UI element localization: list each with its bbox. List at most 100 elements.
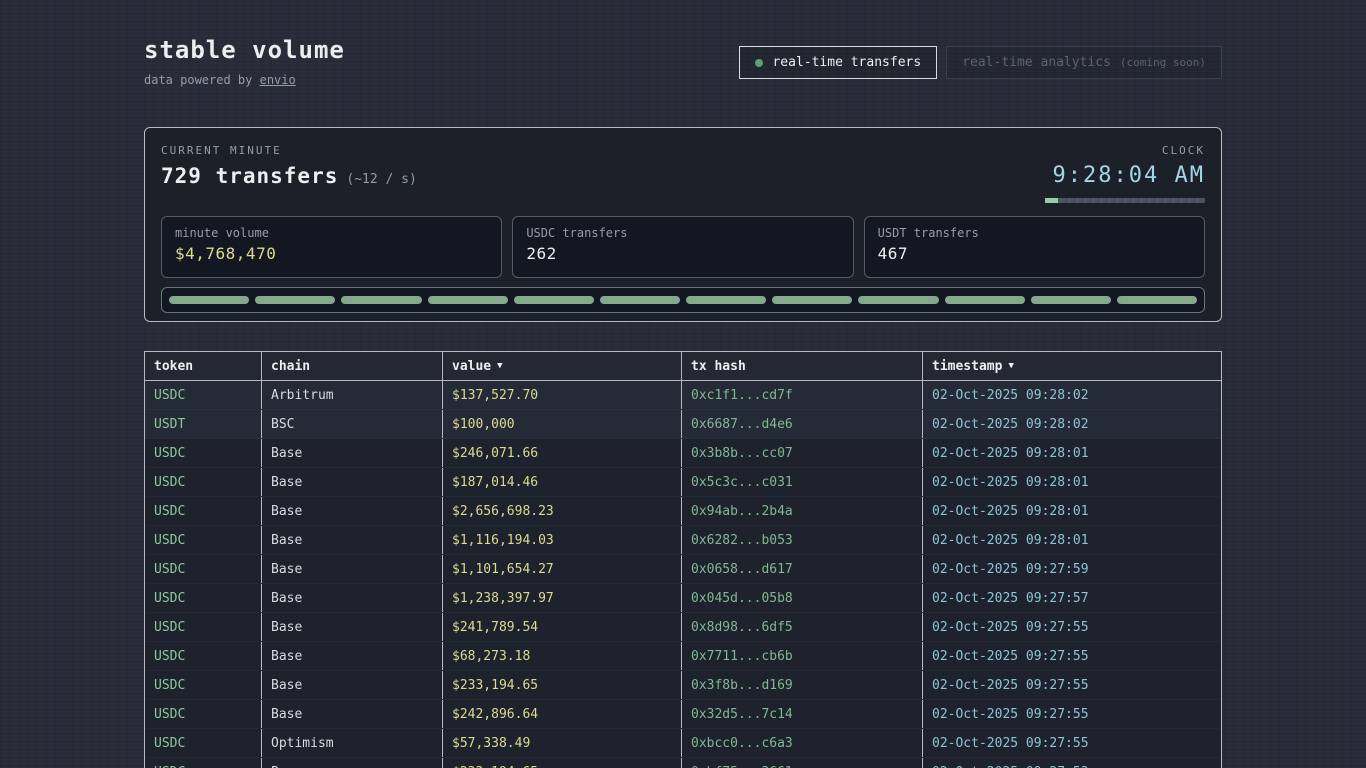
chain-cell: Base — [262, 758, 443, 768]
timestamp-cell: 02-Oct-2025 09:27:55 — [923, 671, 1221, 699]
activity-segment — [341, 296, 421, 304]
timestamp-cell: 02-Oct-2025 09:27:55 — [923, 729, 1221, 757]
activity-segment — [428, 296, 508, 304]
column-header-chain: chain — [262, 352, 443, 381]
column-header-label: timestamp — [932, 359, 1002, 374]
stat-box-usdc-transfers: USDC transfers 262 — [512, 216, 853, 278]
stat-boxes: minute volume $4,768,470 USDC transfers … — [161, 216, 1205, 278]
table-row: USDCBase$187,014.460x5c3c...c03102-Oct-2… — [145, 468, 1221, 497]
tab-real-time-transfers[interactable]: real-time transfers — [739, 46, 937, 79]
column-header-label: tx hash — [691, 359, 746, 374]
page: stable volume data powered by envio real… — [144, 0, 1222, 768]
tab-label: real-time analytics — [962, 55, 1111, 70]
tx-hash-link[interactable]: 0x32d5...7c14 — [682, 700, 923, 728]
value-cell: $137,527.70 — [443, 381, 682, 409]
table-row: USDCOptimism$57,338.490xbcc0...c6a302-Oc… — [145, 729, 1221, 758]
token-cell: USDT — [145, 410, 262, 438]
chain-cell: BSC — [262, 410, 443, 438]
timestamp-cell: 02-Oct-2025 09:28:01 — [923, 526, 1221, 554]
live-dot-icon — [755, 59, 763, 67]
subtitle: data powered by envio — [144, 73, 345, 87]
tx-hash-link[interactable]: 0x5c3c...c031 — [682, 468, 923, 496]
tx-hash-link[interactable]: 0x045d...05b8 — [682, 584, 923, 612]
chain-cell: Base — [262, 642, 443, 670]
value-cell: $1,101,654.27 — [443, 555, 682, 583]
stat-value: 262 — [526, 244, 839, 263]
tx-hash-link[interactable]: 0x3b8b...cc07 — [682, 439, 923, 467]
stat-label: USDT transfers — [878, 226, 1191, 240]
timestamp-cell: 02-Oct-2025 09:28:01 — [923, 497, 1221, 525]
value-cell: $2,656,698.23 — [443, 497, 682, 525]
token-cell: USDC — [145, 439, 262, 467]
timestamp-cell: 02-Oct-2025 09:27:57 — [923, 584, 1221, 612]
table-row: USDCBase$68,273.180x7711...cb6b02-Oct-20… — [145, 642, 1221, 671]
column-header-timestamp[interactable]: timestamp ▼ — [923, 352, 1221, 381]
activity-segment — [858, 296, 938, 304]
tx-hash-link[interactable]: 0xbf75...3661 — [682, 758, 923, 768]
tx-hash-link[interactable]: 0x3f8b...d169 — [682, 671, 923, 699]
sort-desc-icon: ▼ — [1008, 361, 1013, 371]
table-header-row: token chain value▼ tx hash timestamp ▼ — [145, 352, 1221, 381]
chain-cell: Base — [262, 700, 443, 728]
tx-hash-link[interactable]: 0x0658...d617 — [682, 555, 923, 583]
value-cell: $57,338.49 — [443, 729, 682, 757]
value-cell: $68,273.18 — [443, 642, 682, 670]
chain-cell: Base — [262, 671, 443, 699]
tx-hash-link[interactable]: 0x8d98...6df5 — [682, 613, 923, 641]
subtitle-text: data powered by — [144, 73, 260, 87]
value-cell: $242,896.64 — [443, 700, 682, 728]
stat-value: 467 — [878, 244, 1191, 263]
chain-cell: Base — [262, 526, 443, 554]
timestamp-cell: 02-Oct-2025 09:28:01 — [923, 468, 1221, 496]
column-header-token: token — [145, 352, 262, 381]
value-cell: $100,000 — [443, 410, 682, 438]
tx-hash-link[interactable]: 0x94ab...2b4a — [682, 497, 923, 525]
tx-hash-link[interactable]: 0xc1f1...cd7f — [682, 381, 923, 409]
tx-hash-link[interactable]: 0x6687...d4e6 — [682, 410, 923, 438]
activity-segment — [945, 296, 1025, 304]
timestamp-cell: 02-Oct-2025 09:27:59 — [923, 555, 1221, 583]
clock-time: 9:28:04 AM — [1045, 163, 1205, 188]
stat-label: USDC transfers — [526, 226, 839, 240]
value-cell: $246,071.66 — [443, 439, 682, 467]
panel-top: CURRENT MINUTE 729 transfers (~12 / s) C… — [161, 144, 1205, 203]
value-cell: $241,789.54 — [443, 613, 682, 641]
table-row: USDCBase$246,071.660x3b8b...cc0702-Oct-2… — [145, 439, 1221, 468]
token-cell: USDC — [145, 642, 262, 670]
activity-segment — [169, 296, 249, 304]
table-row: USDCBase$233,194.650x3f8b...d16902-Oct-2… — [145, 671, 1221, 700]
token-cell: USDC — [145, 381, 262, 409]
transfers-count: 729 transfers — [161, 164, 338, 188]
timestamp-cell: 02-Oct-2025 09:27:53 — [923, 758, 1221, 768]
tx-hash-link[interactable]: 0xbcc0...c6a3 — [682, 729, 923, 757]
tx-hash-link[interactable]: 0x6282...b053 — [682, 526, 923, 554]
tx-hash-link[interactable]: 0x7711...cb6b — [682, 642, 923, 670]
timestamp-cell: 02-Oct-2025 09:28:02 — [923, 381, 1221, 409]
header-left: stable volume data powered by envio — [144, 36, 345, 87]
activity-segment — [772, 296, 852, 304]
activity-segment — [255, 296, 335, 304]
token-cell: USDC — [145, 468, 262, 496]
column-header-value[interactable]: value▼ — [443, 352, 682, 381]
table-row: USDCBase$2,656,698.230x94ab...2b4a02-Oct… — [145, 497, 1221, 526]
tab-real-time-analytics[interactable]: real-time analytics (coming soon) — [946, 46, 1222, 79]
sort-desc-icon: ▼ — [497, 361, 502, 371]
timestamp-cell: 02-Oct-2025 09:27:55 — [923, 613, 1221, 641]
token-cell: USDC — [145, 700, 262, 728]
chain-cell: Base — [262, 555, 443, 583]
table-row: USDCBase$1,116,194.030x6282...b05302-Oct… — [145, 526, 1221, 555]
current-minute-block: CURRENT MINUTE 729 transfers (~12 / s) — [161, 144, 417, 188]
tab-bar: real-time transfers real-time analytics … — [739, 46, 1222, 79]
chain-cell: Base — [262, 497, 443, 525]
stat-value: $4,768,470 — [175, 244, 488, 263]
column-header-label: chain — [271, 359, 310, 374]
table-row: USDCBase$1,101,654.270x0658...d61702-Oct… — [145, 555, 1221, 584]
activity-segment — [600, 296, 680, 304]
transfers-rate: (~12 / s) — [346, 172, 416, 187]
token-cell: USDC — [145, 729, 262, 757]
value-cell: $233,194.65 — [443, 758, 682, 768]
value-cell: $1,238,397.97 — [443, 584, 682, 612]
chain-cell: Optimism — [262, 729, 443, 757]
envio-link[interactable]: envio — [260, 73, 296, 87]
table-row: USDCBase$241,789.540x8d98...6df502-Oct-2… — [145, 613, 1221, 642]
